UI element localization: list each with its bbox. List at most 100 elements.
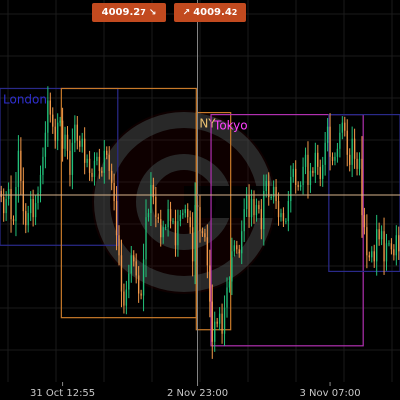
candle-body bbox=[177, 221, 179, 246]
candle-body bbox=[376, 229, 378, 262]
candle-body bbox=[255, 205, 258, 216]
candle-body bbox=[295, 168, 297, 185]
candle-body bbox=[214, 321, 216, 342]
candle-body bbox=[71, 142, 74, 175]
candle-body bbox=[125, 289, 128, 306]
candle-body bbox=[238, 249, 240, 254]
x-axis: 31 Oct 12:55 2 Nov 23:00 3 Nov 07:00 bbox=[30, 382, 361, 399]
candle-body bbox=[221, 313, 223, 334]
candle-body bbox=[317, 152, 319, 167]
candle-body bbox=[27, 213, 29, 226]
sell-price-button[interactable]: 4009.2 7 ↘ bbox=[92, 3, 166, 22]
candle-body bbox=[258, 205, 260, 210]
candle-body bbox=[37, 193, 39, 204]
candle-body bbox=[366, 227, 368, 256]
candle-body bbox=[93, 160, 96, 177]
candle-body bbox=[363, 215, 366, 228]
candle-body bbox=[312, 170, 314, 173]
candle-body bbox=[339, 132, 341, 149]
candle-body bbox=[189, 217, 191, 228]
candle-body bbox=[223, 307, 226, 334]
candle-body bbox=[309, 170, 312, 185]
candle-body bbox=[98, 156, 101, 171]
candle-body bbox=[324, 142, 326, 165]
candle-body bbox=[282, 213, 285, 222]
candle-body bbox=[88, 158, 91, 173]
candle-body bbox=[157, 217, 159, 220]
candle-body bbox=[179, 215, 182, 222]
candle-body bbox=[56, 122, 59, 141]
candle-body bbox=[351, 138, 353, 165]
candlestick-chart[interactable]: LondonNYTokyo 31 Oct 12:55 2 Nov 23:00 3 N… bbox=[0, 0, 400, 400]
candle-body bbox=[263, 191, 265, 230]
candle-body bbox=[297, 184, 299, 187]
candle-body bbox=[15, 186, 17, 222]
candle-body bbox=[108, 154, 110, 171]
candle-body bbox=[290, 176, 292, 202]
candle-body bbox=[142, 259, 145, 296]
candle-body bbox=[49, 100, 51, 115]
candle-body bbox=[120, 255, 123, 292]
candle-body bbox=[233, 245, 236, 252]
candle-body bbox=[226, 287, 228, 308]
candle-body bbox=[167, 209, 169, 228]
trading-chart[interactable]: London NY Tokyo 31 Oct 12:55 2 Nov 23:00 3 N… bbox=[0, 0, 400, 400]
session-label: Tokyo bbox=[213, 119, 248, 133]
candle-body bbox=[368, 255, 370, 258]
candle-body bbox=[380, 231, 383, 240]
candle-body bbox=[155, 197, 157, 218]
candle-body bbox=[331, 156, 334, 161]
candle-body bbox=[228, 281, 231, 288]
candle-body bbox=[398, 235, 400, 252]
x-tick-label: 2 Nov 23:00 bbox=[167, 388, 228, 399]
candle-body bbox=[123, 291, 125, 306]
candle-body bbox=[12, 219, 15, 222]
candle-body bbox=[17, 150, 20, 187]
candle-body bbox=[74, 124, 76, 143]
candle-body bbox=[113, 182, 115, 202]
candle-body bbox=[187, 209, 189, 218]
candle-body bbox=[211, 301, 213, 342]
candle-body bbox=[22, 180, 24, 212]
candle-body bbox=[106, 150, 108, 155]
candle-body bbox=[302, 166, 304, 185]
candle-body bbox=[395, 235, 397, 256]
candle-body bbox=[128, 273, 130, 290]
buy-price-button[interactable]: ↗ 4009.4 2 bbox=[174, 3, 246, 22]
candle-body bbox=[322, 164, 324, 179]
candle-body bbox=[385, 243, 388, 262]
candle-body bbox=[101, 170, 103, 173]
candle-body bbox=[314, 152, 317, 173]
candle-body bbox=[243, 209, 245, 232]
candle-body bbox=[160, 219, 162, 238]
candle-body bbox=[64, 134, 66, 149]
candle-body bbox=[218, 313, 221, 324]
candle-body bbox=[184, 209, 186, 214]
sell-pip: 7 bbox=[140, 8, 146, 17]
candle-body bbox=[285, 221, 287, 223]
candle-body bbox=[30, 199, 32, 214]
candle-body bbox=[353, 138, 356, 159]
candle-body bbox=[253, 199, 255, 216]
candle-body bbox=[383, 231, 385, 262]
candle-body bbox=[280, 213, 282, 218]
candle-body bbox=[86, 158, 88, 163]
candle-body bbox=[140, 293, 142, 296]
candle-body bbox=[7, 188, 10, 200]
candle-body bbox=[270, 197, 272, 199]
candle-body bbox=[326, 126, 329, 143]
arrow-up-icon: ↗ bbox=[182, 7, 191, 18]
candle-body bbox=[83, 138, 86, 163]
candle-body bbox=[356, 158, 358, 169]
candle-body bbox=[91, 172, 93, 177]
candle-body bbox=[378, 229, 380, 240]
candle-body bbox=[5, 199, 7, 214]
candle-body bbox=[341, 122, 344, 133]
candle-body bbox=[245, 195, 248, 210]
candle-body bbox=[10, 188, 12, 220]
candle-body bbox=[344, 122, 346, 131]
candle-body bbox=[236, 245, 238, 250]
candle-body bbox=[287, 201, 290, 222]
candle-body bbox=[336, 148, 339, 157]
candle-body bbox=[76, 124, 78, 141]
